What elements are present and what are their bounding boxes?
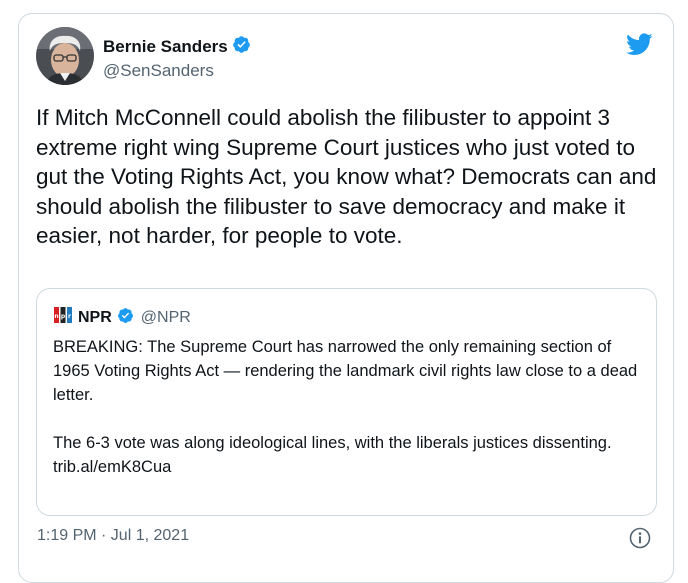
quoted-tweet-card[interactable]: n p r NPR @NPR BREAKING: The Supreme Cou… (36, 288, 657, 516)
quoted-tweet-text: BREAKING: The Supreme Court has narrowed… (53, 335, 643, 479)
tweet-timestamp[interactable]: 1:19 PM · Jul 1, 2021 (37, 527, 189, 545)
svg-text:p: p (61, 313, 66, 320)
quoted-author-name[interactable]: NPR (78, 309, 112, 327)
verified-badge-icon (232, 35, 251, 59)
tweet-text: If Mitch McConnell could abolish the fil… (36, 105, 657, 248)
embedded-tweet-card[interactable]: Bernie Sanders @SenSanders If Mitch McCo… (18, 13, 674, 583)
author-name[interactable]: Bernie Sanders (103, 37, 228, 57)
svg-text:n: n (54, 313, 58, 320)
quoted-author-handle[interactable]: @NPR (141, 309, 191, 327)
avatar[interactable] (36, 27, 94, 85)
verified-badge-icon (117, 307, 134, 329)
info-icon[interactable] (628, 526, 652, 555)
author-name-row[interactable]: Bernie Sanders (103, 35, 251, 59)
npr-avatar-icon[interactable]: n p r (53, 305, 73, 330)
quoted-link[interactable]: trib.al/emK8Cua (53, 455, 643, 479)
avatar-image (36, 27, 94, 85)
svg-text:r: r (68, 313, 71, 320)
twitter-bird-icon[interactable] (626, 33, 653, 61)
quoted-tweet-header[interactable]: n p r NPR @NPR (53, 305, 191, 330)
author-handle[interactable]: @SenSanders (103, 61, 214, 81)
quoted-paragraph-2: The 6-3 vote was along ideological lines… (53, 434, 612, 452)
quoted-paragraph-1: BREAKING: The Supreme Court has narrowed… (53, 338, 638, 404)
